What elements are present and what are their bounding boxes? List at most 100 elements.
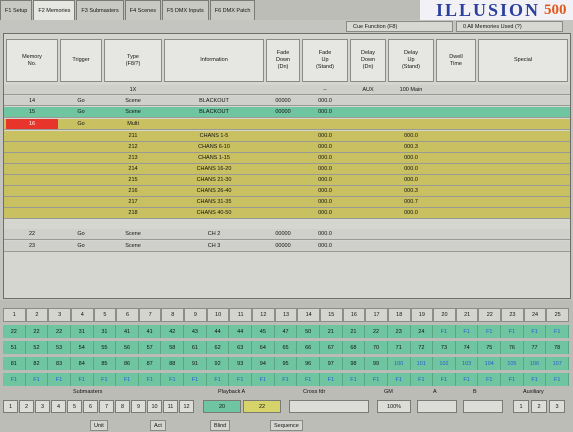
column-header-6[interactable]: Delay Down (Dn) — [350, 39, 386, 82]
tab-3[interactable]: F4 Scenes — [124, 0, 162, 20]
channel-number[interactable]: 4 — [70, 308, 94, 322]
submaster-button[interactable]: 12 — [179, 400, 194, 413]
channel-level: 31 — [70, 325, 94, 338]
status-row: 1 2 3 4 5 6 7 8 9 10 11 12 20 22 100% 1 2 3 — [3, 400, 569, 413]
column-header-3[interactable]: Information — [164, 39, 264, 82]
cell-no — [6, 175, 58, 185]
slot-b[interactable] — [463, 400, 503, 413]
cell-fu: 000.0 — [318, 199, 332, 205]
channel-number[interactable]: 8 — [161, 308, 185, 322]
cell-dw — [436, 119, 476, 129]
channel-number[interactable]: 1 — [3, 308, 26, 322]
channel-number[interactable]: 7 — [138, 308, 162, 322]
channel-number[interactable]: 25 — [546, 308, 570, 322]
submaster-button[interactable]: 4 — [51, 400, 66, 413]
channel-number[interactable]: 13 — [274, 308, 298, 322]
table-row[interactable]: 23 Go Scene CH 3 00000 000.0 — [4, 241, 570, 252]
submaster-button[interactable]: 6 — [83, 400, 98, 413]
table-row[interactable]: 1X -- AUX 100 Main — [4, 85, 570, 95]
channel-number[interactable]: 15 — [319, 308, 343, 322]
aux-button[interactable]: 1 — [513, 400, 529, 413]
column-header-1[interactable]: Trigger — [60, 39, 102, 82]
channel-number[interactable]: 5 — [93, 308, 117, 322]
channel-number[interactable]: 22 — [478, 308, 502, 322]
table-row[interactable]: 211 CHANS 1-5 000.0 000.0 — [4, 131, 570, 142]
table-row[interactable]: 14 Go Scene BLACKOUT 00000 000.0 — [4, 96, 570, 106]
channel-number[interactable]: 20 — [433, 308, 456, 322]
tab-1[interactable]: F2 Memories — [33, 0, 76, 20]
cell-trigger: Go — [77, 243, 85, 249]
submaster-button[interactable]: 10 — [147, 400, 162, 413]
table-row[interactable]: 15 Go Scene BLACKOUT 00000 000.0 — [4, 107, 570, 118]
cell-trigger — [60, 197, 102, 207]
submaster-button[interactable]: 9 — [131, 400, 146, 413]
level-row: F1 F1 F1 F1 F1 F1 F1 F1 F1 F1 F1 F1 F1 F1 F1 F1 F1 F1 F1 F1… — [3, 373, 570, 386]
column-header-2[interactable]: Type (F8/?) — [104, 39, 162, 82]
channel-number[interactable]: 10 — [206, 308, 230, 322]
submaster-button[interactable]: 5 — [67, 400, 82, 413]
channel-number[interactable]: 12 — [252, 308, 275, 322]
label-crossfader: Cross fdr — [303, 389, 326, 395]
tab-2[interactable]: F3 Submasters — [76, 0, 124, 20]
table-row[interactable]: 215 CHANS 21-30 000.0 000.0 — [4, 175, 570, 186]
slot-a[interactable] — [417, 400, 457, 413]
cell-fu: -- — [323, 86, 327, 93]
playback-b-value[interactable]: 22 — [243, 400, 281, 413]
table-row[interactable]: 216 CHANS 26-40 000.0 000.3 — [4, 186, 570, 197]
cell-trigger — [60, 131, 102, 141]
cell-dw — [436, 131, 476, 141]
column-header-9[interactable]: Special — [478, 39, 568, 82]
table-row[interactable]: 217 CHANS 31-35 000.0 000.7 — [4, 197, 570, 208]
table-row[interactable]: 212 CHANS 6-10 000.0 000.3 — [4, 142, 570, 153]
channel-number[interactable]: 19 — [410, 308, 434, 322]
channel-number[interactable]: 11 — [229, 308, 253, 322]
grand-master-value[interactable]: 100% — [377, 400, 411, 413]
channel-level: 70 — [365, 341, 388, 354]
channel-number[interactable]: 16 — [342, 308, 366, 322]
aux-button[interactable]: 3 — [549, 400, 565, 413]
table-row[interactable]: 213 CHANS 1-15 000.0 000.0 — [4, 153, 570, 164]
channel-number[interactable]: 18 — [387, 308, 411, 322]
channel-level: 51 — [3, 341, 26, 354]
channel-number[interactable]: 14 — [297, 308, 320, 322]
channel-number[interactable]: 2 — [25, 308, 49, 322]
cell-trigger: Go — [77, 109, 85, 115]
table-row[interactable]: 22 Go Scene CH 2 00000 000.0 — [4, 229, 570, 240]
playback-a-value[interactable]: 20 — [203, 400, 241, 413]
channel-level: F1 — [455, 373, 479, 386]
channel-number[interactable]: 6 — [116, 308, 139, 322]
table-row[interactable]: 214 CHANS 16-20 000.0 000.0 — [4, 164, 570, 175]
cell-no: 16 — [6, 119, 58, 129]
submaster-button[interactable]: 11 — [163, 400, 178, 413]
channel-number[interactable]: 21 — [455, 308, 479, 322]
column-header-0[interactable]: Memory No. — [6, 39, 58, 82]
submaster-button[interactable]: 3 — [35, 400, 50, 413]
tab-cue-function[interactable]: Cue Function (F8) — [346, 21, 453, 32]
table-row[interactable]: 16 Go Multi — [4, 119, 570, 130]
channel-number[interactable]: 17 — [365, 308, 388, 322]
channel-number[interactable]: 24 — [523, 308, 547, 322]
cell-trigger: Go — [77, 121, 85, 127]
column-header-4[interactable]: Fade Down (Dn) — [266, 39, 300, 82]
column-header-8[interactable]: Dwell Time — [436, 39, 476, 82]
column-header-7[interactable]: Delay Up (Stand) — [388, 39, 434, 82]
submaster-button[interactable]: 8 — [115, 400, 130, 413]
channel-number[interactable]: 23 — [501, 308, 524, 322]
submaster-button[interactable]: 7 — [99, 400, 114, 413]
tab-0[interactable]: F1 Setup — [0, 0, 33, 20]
tab-5[interactable]: F6 DMX Patch — [209, 0, 256, 20]
crossfader[interactable] — [289, 400, 369, 413]
channel-level: 72 — [410, 341, 434, 354]
status-labels: Submasters Playback A Cross fdr GM A B A… — [3, 389, 569, 398]
channel-number[interactable]: 9 — [184, 308, 207, 322]
tab-4[interactable]: F5 DMX Inputs — [162, 0, 209, 20]
aux-button[interactable]: 2 — [531, 400, 547, 413]
column-header-5[interactable]: Fade Up (Stand) — [302, 39, 348, 82]
channel-level: F1 — [3, 373, 26, 386]
submaster-button[interactable]: 1 — [3, 400, 18, 413]
submaster-button[interactable]: 2 — [19, 400, 34, 413]
channel-level: 24 — [410, 325, 434, 338]
table-row[interactable]: 218 CHANS 40-50 000.0 000.0 — [4, 208, 570, 219]
tab-memories-used[interactable]: 0 All Memories Used (?) — [456, 21, 563, 32]
channel-number[interactable]: 3 — [48, 308, 71, 322]
